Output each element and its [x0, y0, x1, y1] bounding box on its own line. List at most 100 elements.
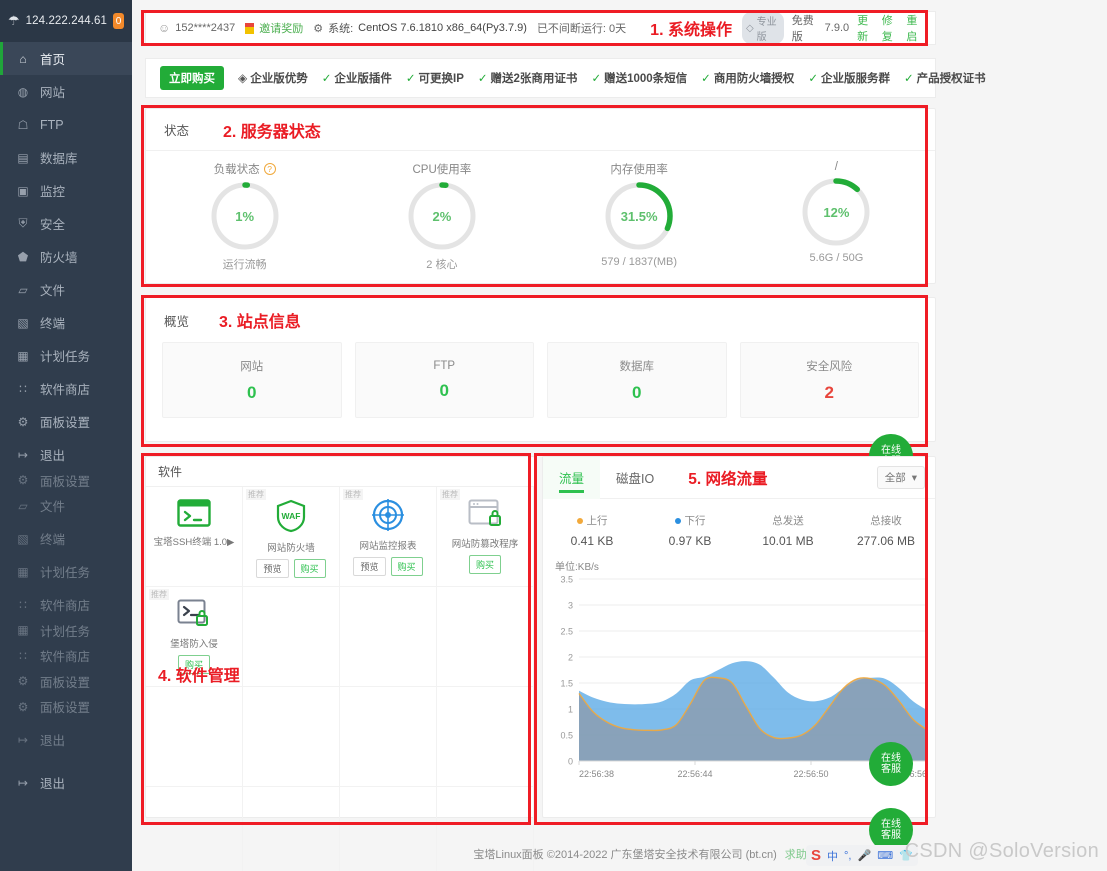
online-service-fab: 在线 客服 — [869, 434, 913, 456]
sidebar-item-监控[interactable]: ▣ 监控 — [0, 174, 132, 207]
recommend-badge: 推荐 — [149, 589, 169, 600]
promo-headline: ◈ 企业版优势 — [238, 70, 308, 86]
sidebar-item-计划任务[interactable]: ▦ 计划任务 — [0, 555, 132, 588]
sidebar-item-终端[interactable]: ▧ 终端 — [0, 522, 132, 555]
sidebar-item-防火墙[interactable]: ⬟ 防火墙 — [0, 240, 132, 273]
software-item-name: 堡塔防入侵 — [170, 639, 218, 650]
sidebar-item-首页[interactable]: ⌂ 首页 — [0, 42, 132, 75]
version-label: 7.9.0 — [824, 22, 850, 34]
overview-cell-数据库[interactable]: 数据库 0 — [547, 342, 727, 418]
pro-badge[interactable]: ◇ 专业版 — [741, 12, 784, 44]
gauge-title-label: 负载状态 — [213, 164, 260, 176]
promo-features: ✓ 企业版插件 ✓ 可更换IP ✓ 赠送2张商用证书 ✓ 赠送1000条短信 ✓ 商用防火墙授权 ✓… — [322, 70, 986, 86]
overview-cell-安全风险[interactable]: 安全风险 2 — [739, 342, 919, 418]
sidebar-item-计划任务[interactable]: ▦ 计划任务 — [0, 339, 132, 372]
tab-traffic[interactable]: 流量 — [543, 456, 601, 499]
promo-feature-0: ✓ 企业版插件 — [322, 70, 392, 86]
software-card: 软件 宝塔SSH终端 1.0▶ 推荐 WAF 网站防火墙 预览 购买 推荐 网站监控报表 预览购… — [145, 456, 535, 871]
gear-icon[interactable]: ⚙ — [313, 22, 323, 35]
gauge-value: 12% — [823, 204, 850, 220]
promo-feature-1: ✓ 可更换IP — [406, 70, 464, 86]
promo-feature-4: ✓ 商用防火墙授权 — [701, 70, 794, 86]
preview-button[interactable]: 预览 — [353, 557, 386, 577]
pro-badge-label: 专业版 — [756, 17, 777, 43]
sidebar-item-面板设置[interactable]: ⚙ 面板设置 — [0, 405, 132, 438]
promo-feature-label: 赠送2张商用证书 — [490, 73, 578, 85]
traffic-stats: 上行 0.41 KB 下行 0.97 KB 总发送 10.01 MB 总接收 277.06 M… — [543, 499, 935, 552]
globe-icon: ◍ — [17, 84, 29, 99]
online-service-fab-clipped[interactable]: 在线 客服 — [869, 434, 913, 456]
sidebar-item-计划任务[interactable]: ▦ 计划任务 — [0, 621, 132, 639]
sidebar-item-label: 软件商店 — [40, 599, 91, 613]
software-item-0[interactable]: 宝塔SSH终端 1.0▶ — [146, 487, 243, 587]
sidebar-item-面板设置[interactable]: ⚙ 面板设置 — [0, 690, 132, 723]
annotation-4: 4. 软件管理 — [158, 668, 240, 685]
keyboard-icon[interactable]: ⌨ — [877, 849, 893, 862]
sidebar-item-logout-bottom[interactable]: ↦ 退出 — [0, 766, 132, 799]
overview-cell-FTP[interactable]: FTP 0 — [354, 342, 534, 418]
gauge-title-label: CPU使用率 — [412, 164, 472, 176]
sidebar-item-软件商店[interactable]: ∷ 软件商店 — [0, 639, 132, 672]
sidebar-item-终端[interactable]: ▧ 终端 — [0, 306, 132, 339]
sidebar-item-label: 安全 — [40, 218, 66, 232]
sidebar-logo[interactable]: ☂ 124.222.244.61 0 — [0, 0, 132, 42]
software-item-1[interactable]: 推荐 WAF 网站防火墙 预览 购买 — [243, 487, 340, 587]
sidebar-item-软件商店[interactable]: ∷ 软件商店 — [0, 372, 132, 405]
account-info[interactable]: ☺ 152****2437 — [158, 21, 235, 35]
repair-button[interactable]: 修复 — [882, 12, 899, 44]
diamond-icon: ◇ — [745, 22, 754, 34]
fab-line1: 在线 — [881, 445, 901, 456]
sidebar-item-软件商店[interactable]: ∷ 软件商店 — [0, 588, 132, 621]
sidebar-item-面板设置[interactable]: ⚙ 面板设置 — [0, 672, 132, 690]
sidebar-item-文件[interactable]: ▱ 文件 — [0, 273, 132, 306]
traffic-stat-label: 上行 — [576, 513, 608, 528]
online-service-fab-upper[interactable]: 在线 客服 — [869, 742, 913, 786]
software-item-3[interactable]: 推荐 网站防篡改程序 购买 — [437, 487, 534, 587]
sidebar-item-退出[interactable]: ↦ 退出 — [0, 438, 132, 471]
status-card-header: 状态 2. 服务器状态 — [146, 109, 935, 151]
sidebar-item-网站[interactable]: ◍ 网站 — [0, 75, 132, 108]
terminal-lock-icon — [177, 599, 211, 634]
calendar-icon: ▦ — [17, 564, 29, 579]
buy-button[interactable]: 购买 — [390, 557, 423, 577]
sidebar-item-label: FTP — [40, 117, 64, 132]
buy-button[interactable]: 购买 — [293, 559, 326, 579]
window-lock-icon — [468, 499, 502, 534]
overview-cell-value: 0 — [439, 380, 449, 400]
legend-dot — [576, 517, 583, 524]
home-icon: ⌂ — [19, 51, 27, 66]
promo-bar: 立即购买 ◈ 企业版优势 ✓ 企业版插件 ✓ 可更换IP ✓ 赠送2张商用证书 ✓ 赠送100… — [145, 58, 986, 98]
update-button[interactable]: 更新 — [857, 12, 874, 44]
buy-button[interactable]: 购买 — [468, 555, 501, 575]
status-title: 状态 — [164, 124, 190, 138]
mic-icon[interactable]: 🎤 — [857, 849, 871, 862]
notification-badge[interactable]: 0 — [113, 13, 124, 29]
preview-button[interactable]: 预览 — [256, 559, 289, 579]
ime-punctuation[interactable]: °, — [844, 850, 851, 862]
sidebar-item-面板设置[interactable]: ⚙ 面板设置 — [0, 471, 132, 489]
sogou-logo-icon: S — [811, 847, 822, 864]
overview-cell-网站[interactable]: 网站 0 — [162, 342, 342, 418]
sidebar-item-label: 面板设置 — [40, 701, 91, 715]
sidebar-item-数据库[interactable]: ▤ 数据库 — [0, 141, 132, 174]
tab-disk-io[interactable]: 磁盘IO — [600, 457, 670, 499]
sidebar-item-label: 计划任务 — [40, 624, 91, 639]
sidebar-item-FTP[interactable]: ☖ FTP — [0, 108, 132, 141]
svg-text:2: 2 — [568, 653, 573, 663]
ime-mode-chinese[interactable]: 中 — [827, 848, 838, 864]
software-item-2[interactable]: 推荐 网站监控报表 预览 购买 — [340, 487, 437, 587]
ime-toolbar[interactable]: S 中 °, 🎤 ⌨ 👕 — [806, 845, 918, 866]
sidebar-item-文件[interactable]: ▱ 文件 — [0, 489, 132, 522]
help-icon[interactable]: ? — [263, 163, 276, 175]
invite-reward[interactable]: 邀请奖励 — [245, 20, 303, 36]
buy-now-button[interactable]: 立即购买 — [160, 66, 224, 90]
recommend-badge: 推荐 — [440, 489, 460, 500]
diamond-icon: ◈ — [238, 71, 248, 85]
restart-button[interactable]: 重启 — [906, 12, 923, 44]
sidebar-item-退出[interactable]: ↦ 退出 — [0, 723, 132, 756]
sidebar-item-安全[interactable]: ⛨ 安全 — [0, 207, 132, 240]
annotation-5: 5. 网络流量 — [688, 470, 768, 488]
svg-text:22:56:50: 22:56:50 — [793, 769, 828, 779]
fab-line1: 在线 — [881, 753, 901, 764]
traffic-filter-select[interactable]: 全部 ▾ — [876, 466, 925, 489]
